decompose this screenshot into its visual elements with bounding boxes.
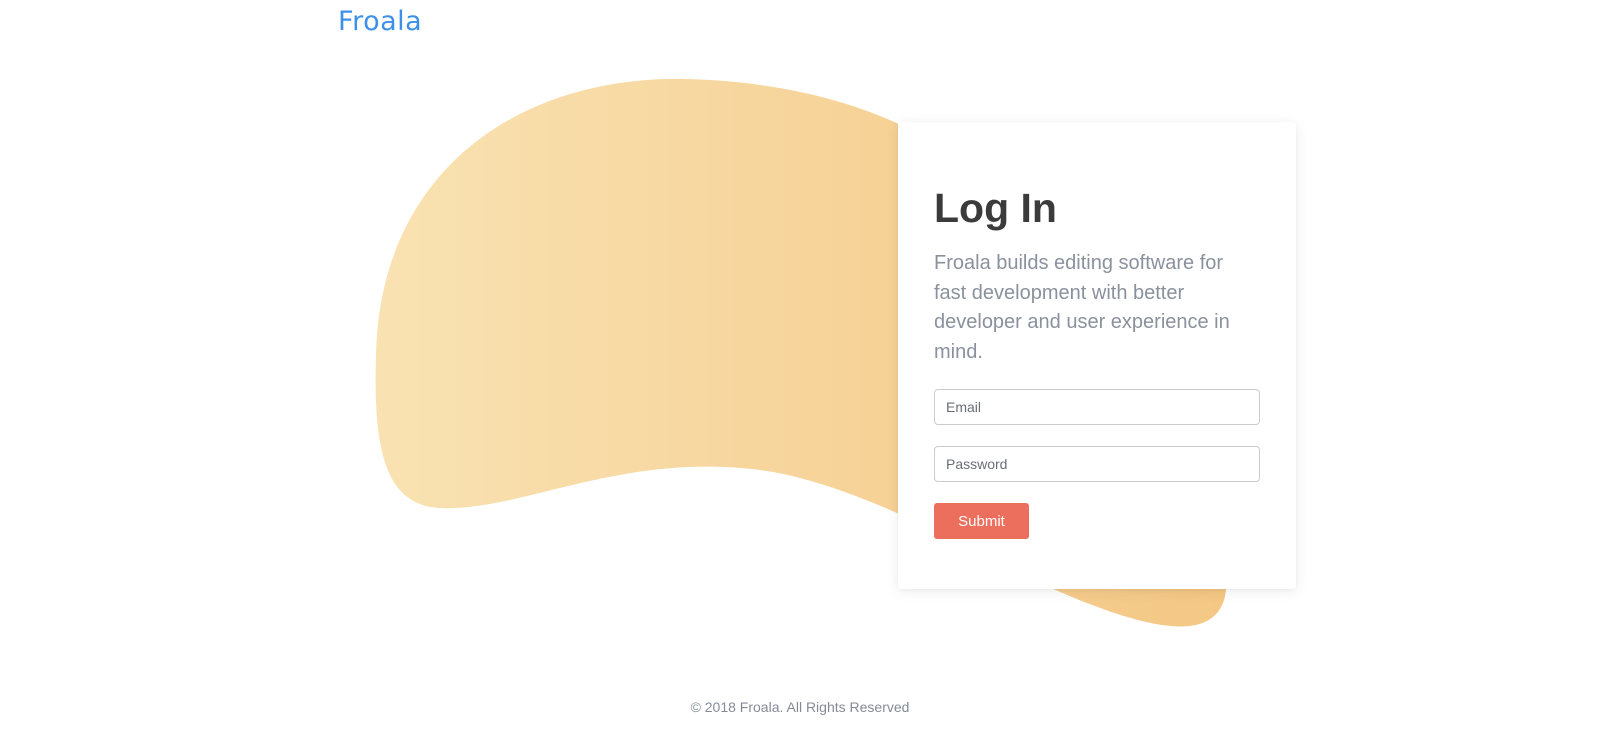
login-card: Log In Froala builds editing software fo… bbox=[898, 122, 1296, 589]
login-page: Froala Log In Froala builds editing soft… bbox=[0, 0, 1600, 746]
froala-logo[interactable]: Froala bbox=[338, 4, 422, 40]
password-field[interactable] bbox=[934, 446, 1260, 482]
decorative-blob bbox=[375, 78, 1227, 627]
footer-copyright: © 2018 Froala. All Rights Reserved bbox=[690, 699, 910, 715]
submit-button[interactable]: Submit bbox=[934, 503, 1029, 539]
login-description: Froala builds editing software for fast … bbox=[934, 252, 1230, 363]
email-field[interactable] bbox=[934, 389, 1260, 425]
page-title: Log In bbox=[934, 185, 1057, 231]
